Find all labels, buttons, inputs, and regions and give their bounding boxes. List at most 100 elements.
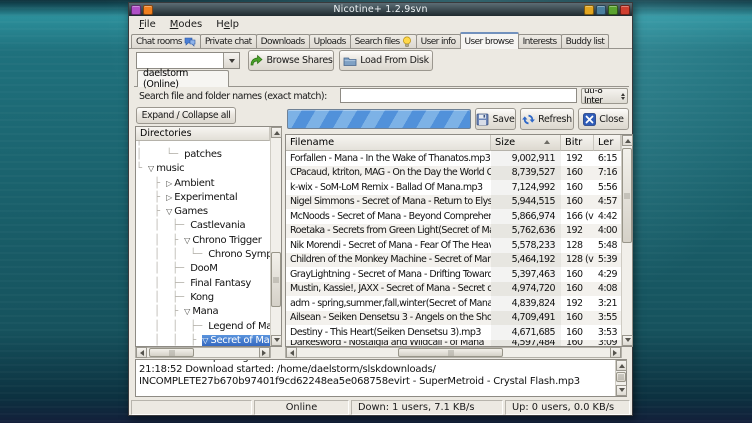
minimize-button[interactable] bbox=[596, 5, 606, 15]
tree-item-games[interactable]: ├ ▽Games bbox=[136, 204, 270, 218]
username-entry[interactable] bbox=[137, 53, 223, 68]
refresh-button[interactable]: Refresh bbox=[520, 108, 574, 130]
tree-item-body: ▷Ambient bbox=[166, 178, 270, 189]
file-row[interactable]: Forfallen - Mana - In the Wake of Thanat… bbox=[286, 151, 621, 166]
file-list-vertical-scrollbar[interactable] bbox=[621, 135, 632, 346]
column-header-length[interactable]: Ler bbox=[594, 135, 621, 151]
tree-item-ambient[interactable]: ├ ▷Ambient bbox=[136, 176, 270, 190]
file-row[interactable]: GrayLightning - Secret of Mana - Driftin… bbox=[286, 267, 621, 282]
scrollbar-thumb[interactable] bbox=[616, 372, 626, 382]
tree-item-final-fantasy[interactable]: │ ├─ Final Fantasy bbox=[136, 276, 270, 290]
file-row[interactable]: Darkesword - Nostalgia and Wildcall - of… bbox=[286, 340, 621, 346]
tree-item-music[interactable]: └ ▽music bbox=[136, 162, 270, 176]
file-row[interactable]: Children of the Monkey Machine - Secret … bbox=[286, 253, 621, 268]
menu-help[interactable]: Help bbox=[209, 18, 246, 31]
column-header-filename[interactable]: Filename bbox=[286, 135, 491, 151]
load-from-disk-button[interactable]: Load From Disk bbox=[339, 50, 433, 71]
cell-bitr: 128 bbox=[561, 238, 594, 253]
file-row[interactable]: Roetaka - Secrets from Green Light(Secre… bbox=[286, 224, 621, 239]
log-vertical-scrollbar[interactable] bbox=[615, 360, 626, 396]
file-row[interactable]: Nigel Simmons - Secret of Mana - Return … bbox=[286, 195, 621, 210]
tree-item-label: Kong bbox=[190, 292, 214, 303]
search-input[interactable] bbox=[340, 88, 577, 103]
file-row[interactable]: k-wix - SoM-LoM Remix - Ballad Of Mana.m… bbox=[286, 180, 621, 195]
tree-item-body: Final Fantasy bbox=[190, 278, 270, 289]
main-tabs: Chat roomsPrivate chatDownloadsUploadsSe… bbox=[129, 32, 632, 49]
tab-chat-rooms[interactable]: Chat rooms bbox=[131, 34, 201, 49]
menu-modes[interactable]: Modes bbox=[163, 18, 209, 31]
menu-file[interactable]: File bbox=[132, 18, 163, 31]
transfer-progressbar bbox=[287, 109, 471, 129]
close-button[interactable] bbox=[620, 5, 630, 15]
save-button[interactable]: Save bbox=[475, 108, 516, 130]
scroll-right-button[interactable] bbox=[259, 347, 270, 358]
window-menu-icon[interactable] bbox=[131, 5, 141, 15]
scroll-right-button[interactable] bbox=[610, 347, 621, 358]
expander-open-icon[interactable]: ▽ bbox=[184, 236, 190, 245]
tree-horizontal-scrollbar[interactable] bbox=[135, 347, 271, 358]
cell-len: 5:48 bbox=[594, 238, 621, 253]
expand-collapse-button[interactable]: Expand / Collapse all bbox=[136, 107, 236, 124]
tree-item-patches[interactable]: │ └─ patches bbox=[136, 147, 270, 161]
expander-open-icon[interactable]: ▽ bbox=[184, 307, 190, 316]
tab-user-browse[interactable]: User browse bbox=[460, 32, 519, 49]
tab-search-files[interactable]: Search files bbox=[350, 34, 417, 49]
scroll-up-button[interactable] bbox=[616, 360, 627, 371]
tab-user-info[interactable]: User info bbox=[416, 34, 461, 49]
file-row[interactable]: adm - spring,summer,fall,winter(Secret o… bbox=[286, 296, 621, 311]
refresh-label: Refresh bbox=[538, 114, 572, 125]
scroll-down-button[interactable] bbox=[616, 385, 627, 396]
file-row[interactable]: CPacaud, ktriton, MAG - On the Day the W… bbox=[286, 166, 621, 181]
user-browse-tab-daelstorm[interactable]: daelstorm (Online) bbox=[137, 70, 229, 87]
tab-buddy-list[interactable]: Buddy list bbox=[561, 34, 610, 49]
scroll-left-button[interactable] bbox=[286, 347, 297, 358]
browse-shares-button[interactable]: Browse Shares bbox=[248, 50, 334, 71]
tree-item-chrono-trigger[interactable]: │ ├ ▽Chrono Trigger bbox=[136, 233, 270, 247]
expander-open-icon[interactable]: ▽ bbox=[148, 164, 154, 173]
file-row[interactable]: Ailsean - Seiken Densetsu 3 - Angels on … bbox=[286, 311, 621, 326]
expander-open-icon[interactable]: ▽ bbox=[202, 336, 208, 345]
tree-item-secret-of-mana[interactable]: │ │ ├ ▽Secret of Mana bbox=[136, 333, 270, 346]
titlebar[interactable]: Nicotine+ 1.2.9svn bbox=[129, 3, 632, 16]
maximize-button[interactable] bbox=[608, 5, 618, 15]
file-row[interactable]: Mustin, Kassie!, JAXX - Secret of Mana -… bbox=[286, 282, 621, 297]
expander-closed-icon[interactable]: ▷ bbox=[166, 193, 172, 202]
file-row[interactable]: Nik Morendi - Secret of Mana - Fear Of T… bbox=[286, 238, 621, 253]
spinner-arrows-icon bbox=[621, 91, 625, 102]
tab-downloads[interactable]: Downloads bbox=[256, 34, 310, 49]
file-row[interactable]: McNoods - Secret of Mana - Beyond Compre… bbox=[286, 209, 621, 224]
tree-item-doom[interactable]: │ ├─ DooM bbox=[136, 262, 270, 276]
tree-item-castlevania[interactable]: │ ├─ Castlevania bbox=[136, 219, 270, 233]
username-combobox[interactable] bbox=[136, 52, 240, 69]
shade-button[interactable] bbox=[584, 5, 594, 15]
tree-item-experimental[interactable]: ├ ▷Experimental bbox=[136, 190, 270, 204]
tab-uploads[interactable]: Uploads bbox=[309, 34, 351, 49]
encoding-select[interactable]: utf-8 Inter bbox=[581, 88, 628, 104]
tab-interests[interactable]: Interests bbox=[518, 34, 562, 49]
expander-open-icon[interactable]: ▽ bbox=[166, 207, 172, 216]
expander-closed-icon[interactable]: ▷ bbox=[166, 179, 172, 188]
tree-item-legend-of-mana[interactable]: │ │ ├─ Legend of Mana bbox=[136, 319, 270, 333]
scroll-down-button[interactable] bbox=[271, 335, 282, 346]
tree-item-kong[interactable]: │ ├─ Kong bbox=[136, 290, 270, 304]
scrollbar-thumb[interactable] bbox=[622, 148, 632, 243]
scroll-up-button[interactable] bbox=[271, 127, 282, 138]
scrollbar-thumb[interactable] bbox=[398, 348, 503, 357]
scroll-left-button[interactable] bbox=[136, 347, 147, 358]
tree-item-chrono-symphonic[interactable]: │ │ └─ Chrono Symphonic bbox=[136, 247, 270, 261]
close-button[interactable]: Close bbox=[578, 108, 629, 130]
window-sticky-icon[interactable] bbox=[143, 5, 153, 15]
file-row[interactable]: Destiny - This Heart(Seiken Densetsu 3).… bbox=[286, 325, 621, 340]
tree-vertical-scrollbar[interactable] bbox=[270, 127, 281, 346]
directories-column-header[interactable]: Directories bbox=[136, 127, 270, 141]
combo-dropdown-button[interactable] bbox=[223, 53, 239, 68]
file-list-horizontal-scrollbar[interactable] bbox=[285, 347, 622, 358]
scrollbar-thumb[interactable] bbox=[149, 348, 194, 357]
column-header-bitrate[interactable]: Bitr bbox=[561, 135, 594, 151]
scrollbar-thumb[interactable] bbox=[271, 252, 281, 307]
scroll-up-button[interactable] bbox=[622, 135, 633, 146]
tree-item-mana[interactable]: │ ├ ▽Mana bbox=[136, 305, 270, 319]
column-header-size[interactable]: Size bbox=[491, 135, 561, 151]
scroll-down-button[interactable] bbox=[622, 335, 633, 346]
tab-private-chat[interactable]: Private chat bbox=[200, 34, 257, 49]
